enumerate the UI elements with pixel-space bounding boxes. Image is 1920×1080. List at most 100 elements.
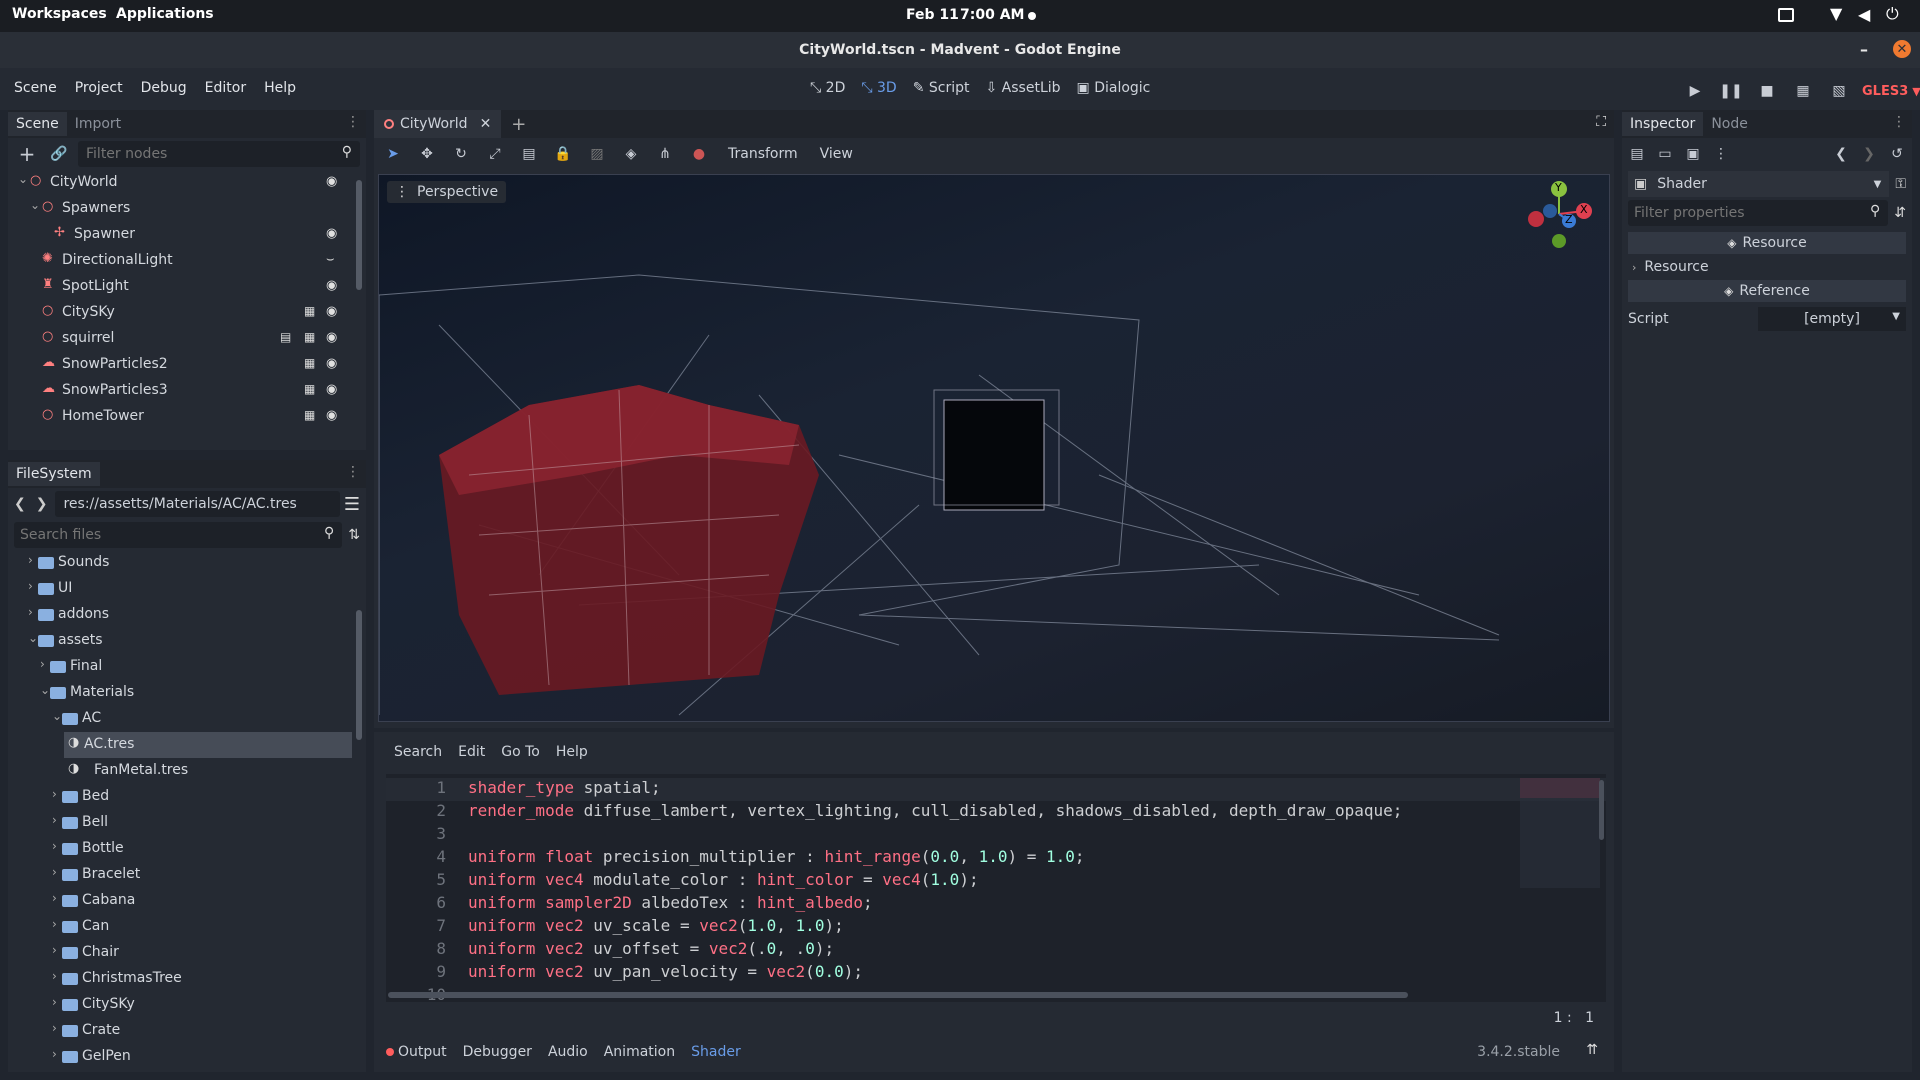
applications-menu[interactable]: Applications: [116, 6, 214, 22]
code-line[interactable]: 2 render_mode diffuse_lambert, vertex_lig…: [386, 801, 1606, 824]
file-tree-row[interactable]: ◑ FanMetal.tres: [8, 758, 366, 784]
back-icon[interactable]: ❮: [14, 496, 26, 512]
shader-menu-goto[interactable]: Go To: [501, 744, 540, 760]
new-resource-icon[interactable]: ▤: [1626, 141, 1648, 167]
camera-icon[interactable]: ●: [686, 141, 712, 167]
tab-filesystem[interactable]: FileSystem: [8, 462, 100, 486]
filter-properties-field[interactable]: ⚲: [1628, 200, 1889, 226]
visibility-eye-icon[interactable]: ◉: [326, 278, 337, 293]
chevron-right-icon[interactable]: ›: [28, 605, 33, 619]
3d-viewport[interactable]: ⋮ Perspective Y Z X: [378, 174, 1610, 722]
object-properties-icon[interactable]: ⚿: [1895, 176, 1906, 192]
fullscreen-icon[interactable]: ⛶: [1596, 114, 1606, 130]
dock-menu-icon[interactable]: ⋮: [346, 464, 360, 480]
eye-closed-icon[interactable]: ⌣: [326, 252, 335, 267]
scene-node-row[interactable]: ⌄ ○ Spawners: [8, 196, 366, 222]
power-icon[interactable]: ⏻: [1886, 4, 1899, 24]
select-tool-icon[interactable]: ➤: [380, 141, 406, 167]
history-back-icon[interactable]: ❮: [1830, 141, 1852, 167]
view-menu[interactable]: View: [820, 146, 853, 162]
play-icon[interactable]: ▶: [1682, 78, 1708, 104]
visibility-eye-icon[interactable]: ◉: [326, 174, 337, 189]
chevron-right-icon[interactable]: ›: [52, 917, 57, 931]
pin-panel-icon[interactable]: ⇈: [1586, 1042, 1598, 1058]
minimize-icon[interactable]: –: [1860, 40, 1868, 59]
volume-icon[interactable]: ◀: [1858, 5, 1870, 24]
tab-inspector[interactable]: Inspector: [1622, 112, 1704, 136]
visibility-eye-icon[interactable]: ◉: [326, 304, 337, 319]
play-custom-scene-icon[interactable]: ▧: [1826, 78, 1852, 104]
file-tree-row[interactable]: › Bottle: [8, 836, 366, 862]
wifi-icon[interactable]: ▼: [1830, 4, 1842, 23]
scene-node-row[interactable]: ○ squirrel ◉ ▦ ▤: [8, 326, 366, 352]
menu-debug[interactable]: Debug: [141, 80, 187, 96]
file-tree-row[interactable]: › CitySKy: [8, 992, 366, 1018]
workspace-2d-button[interactable]: ⤡ 2D: [810, 80, 845, 96]
chevron-down-icon[interactable]: ⌄: [40, 683, 50, 697]
more-options-icon[interactable]: ⋮: [1710, 141, 1732, 167]
scene-node-row[interactable]: ☁ SnowParticles3 ◉ ▦: [8, 378, 366, 404]
shader-menu-edit[interactable]: Edit: [458, 744, 485, 760]
chevron-right-icon[interactable]: ›: [52, 891, 57, 905]
menu-help[interactable]: Help: [264, 80, 296, 96]
list-tool-icon[interactable]: ▤: [516, 141, 542, 167]
file-tree-row[interactable]: › Final: [8, 654, 366, 680]
history-icon[interactable]: ↺: [1886, 141, 1908, 167]
chevron-down-icon[interactable]: ⌄: [18, 172, 28, 186]
chevron-right-icon[interactable]: ›: [52, 1047, 57, 1061]
clapperboard-icon[interactable]: ▦: [304, 408, 315, 422]
tab-shader[interactable]: Shader: [691, 1044, 741, 1060]
chevron-down-icon[interactable]: ⌄: [30, 198, 40, 212]
close-tab-icon[interactable]: ✕: [480, 116, 492, 132]
open-resource-icon[interactable]: ▭: [1654, 141, 1676, 167]
code-line[interactable]: 7 uniform vec2 uv_scale = vec2(1.0, 1.0);: [386, 916, 1606, 939]
renderer-selector[interactable]: GLES3: [1862, 84, 1908, 99]
sort-icon[interactable]: ⇅: [348, 527, 360, 543]
workspace-3d-button[interactable]: ⤡ 3D: [861, 80, 896, 96]
chevron-right-icon[interactable]: ›: [28, 579, 33, 593]
play-scene-icon[interactable]: ▦: [1790, 78, 1816, 104]
clapperboard-icon[interactable]: ▦: [304, 356, 315, 370]
subsection-resource[interactable]: › Resource: [1628, 256, 1906, 278]
file-tree-row[interactable]: ⌄ assets: [8, 628, 366, 654]
menu-editor[interactable]: Editor: [205, 80, 246, 96]
visibility-eye-icon[interactable]: ◉: [326, 356, 337, 371]
clock-time[interactable]: 7:00 AM: [960, 7, 1024, 23]
shader-menu-help[interactable]: Help: [556, 744, 588, 760]
filter-properties-input[interactable]: [1628, 200, 1889, 226]
scene-tree-scrollbar[interactable]: [356, 180, 362, 290]
property-options-icon[interactable]: ⇵: [1894, 205, 1906, 221]
group-icon[interactable]: ▨: [584, 141, 610, 167]
chevron-right-icon[interactable]: ›: [52, 865, 57, 879]
scene-node-row[interactable]: ✢ Spawner ◉: [8, 222, 366, 248]
split-mode-icon[interactable]: ☰: [344, 494, 360, 515]
local-space-icon[interactable]: ◈: [618, 141, 644, 167]
code-line[interactable]: 1 shader_type spatial;: [386, 778, 1606, 801]
shader-menu-search[interactable]: Search: [394, 744, 442, 760]
scene-node-row[interactable]: ☁ SnowParticles2 ◉ ▦: [8, 352, 366, 378]
transform-menu[interactable]: Transform: [728, 146, 798, 162]
code-v-scrollbar[interactable]: [1599, 780, 1604, 840]
tab-scene[interactable]: Scene: [8, 112, 67, 136]
clapperboard-icon[interactable]: ▦: [304, 382, 315, 396]
search-files-input[interactable]: [14, 522, 343, 548]
file-tree-row[interactable]: › ChristmasTree: [8, 966, 366, 992]
save-resource-icon[interactable]: ▣: [1682, 141, 1704, 167]
code-minimap[interactable]: [1520, 778, 1600, 888]
code-line[interactable]: 4 uniform float precision_multiplier : hi…: [386, 847, 1606, 870]
display-icon[interactable]: [1778, 8, 1794, 22]
chevron-right-icon[interactable]: ›: [52, 995, 57, 1009]
tab-import[interactable]: Import: [67, 112, 129, 136]
tab-cityworld[interactable]: CityWorld ✕: [374, 110, 502, 138]
chevron-down-icon[interactable]: ⌄: [52, 709, 62, 723]
file-tree-row[interactable]: › UI: [8, 576, 366, 602]
file-tree-row[interactable]: ⌄ AC: [8, 706, 366, 732]
chevron-right-icon[interactable]: ›: [52, 943, 57, 957]
file-tree-row[interactable]: › Sounds: [8, 550, 366, 576]
chevron-right-icon[interactable]: ›: [28, 553, 33, 567]
chevron-right-icon[interactable]: ›: [40, 657, 45, 671]
file-tree-row[interactable]: › Can: [8, 914, 366, 940]
dock-menu-icon[interactable]: ⋮: [346, 114, 360, 130]
stop-icon[interactable]: ■: [1754, 78, 1780, 104]
resource-type-dropdown[interactable]: ▣ Shader ▼: [1628, 171, 1890, 197]
